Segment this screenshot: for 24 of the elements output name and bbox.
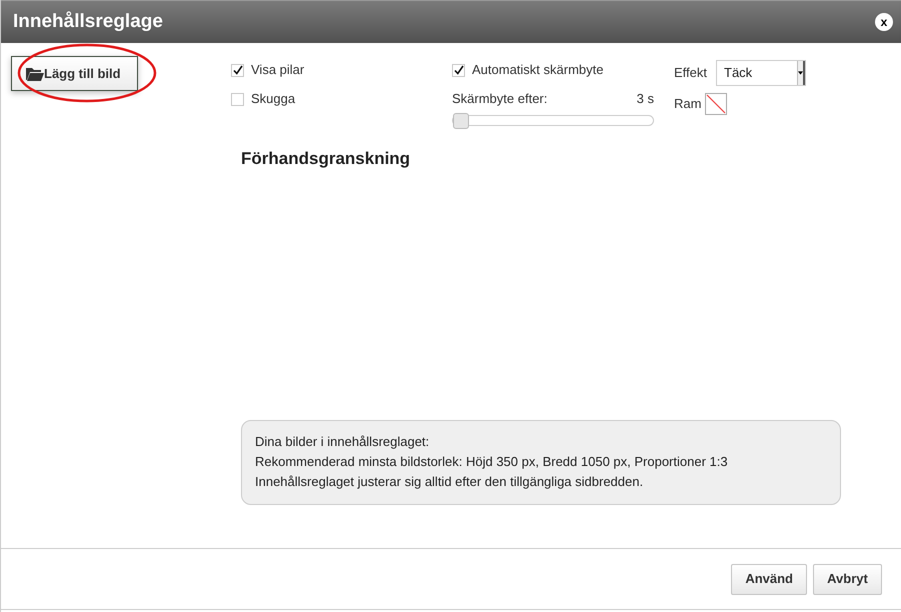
window-title: Innehållsreglage bbox=[13, 10, 163, 34]
dialog-button[interactable]: Använd bbox=[731, 564, 807, 594]
checkbox[interactable] bbox=[231, 92, 244, 106]
slider-handle[interactable] bbox=[453, 112, 469, 128]
no-color-swatch-icon[interactable] bbox=[705, 93, 728, 115]
slider-label: Skärmbyte efter: bbox=[452, 90, 548, 108]
info-text: Rekommenderad minsta bildstorlek: Höjd 350 px, Bredd 1050 px, Proportioner 1:3 bbox=[255, 454, 729, 470]
dialog-button[interactable]: Avbryt bbox=[813, 564, 882, 594]
effect-select[interactable]: Täck bbox=[716, 60, 806, 86]
frame-label: Ram bbox=[674, 95, 702, 114]
caret-icon bbox=[797, 61, 806, 85]
checkbox-label: Visa pilar bbox=[251, 61, 304, 80]
checkbox-label: Automatiskt skärmbyte bbox=[472, 61, 604, 80]
info-text: Dina bilder i innehållsreglaget: bbox=[255, 434, 430, 450]
checkbox-label: Skugga bbox=[251, 90, 296, 108]
checkbox[interactable] bbox=[452, 64, 465, 76]
slider-reading: 3 s bbox=[636, 90, 654, 108]
add-image-button[interactable]: Lägg till bild bbox=[11, 56, 138, 91]
info-text: Innehållsreglaget justerar sig alltid efter den tillgängliga sidbredden. bbox=[255, 474, 644, 490]
preview-heading: Förhandsgranskning bbox=[241, 148, 412, 170]
folder-icon bbox=[26, 66, 44, 80]
effect-label: Effekt bbox=[674, 64, 708, 82]
close-button[interactable]: x bbox=[875, 13, 893, 31]
checkbox[interactable] bbox=[231, 64, 244, 76]
